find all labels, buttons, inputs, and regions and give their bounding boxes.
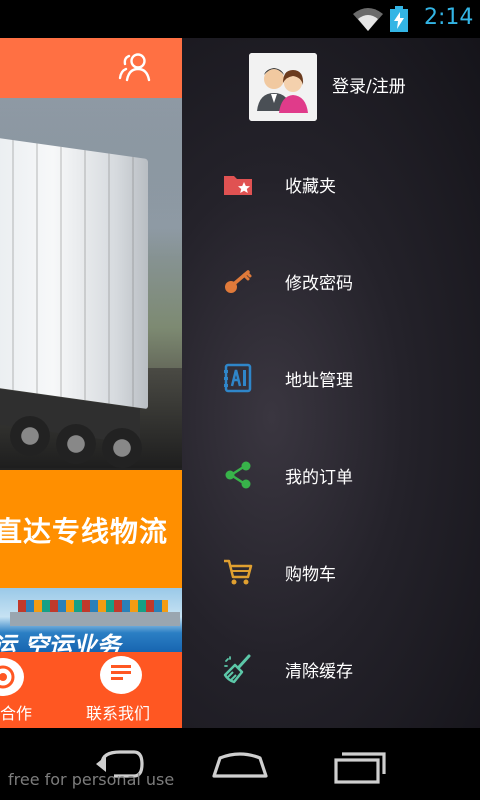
menu-item-label: 购物车 — [285, 565, 336, 585]
menu-item-favorites[interactable]: 收藏夹 — [182, 154, 480, 214]
status-bar: 2:14 — [0, 0, 480, 38]
menu-item-label: 修改密码 — [285, 274, 353, 294]
tab-contact-us-label: 联系我们 — [86, 704, 151, 723]
menu-item-shopping-cart[interactable]: 购物车 — [182, 542, 480, 602]
ship-hull — [10, 612, 180, 626]
menu-item-address-management[interactable]: 地址管理 — [182, 348, 480, 408]
truck-wheel — [102, 428, 142, 468]
menu-item-label: 我的订单 — [285, 468, 353, 488]
tab-cooperation-label: 合作 — [0, 704, 33, 723]
chat-icon — [100, 656, 142, 694]
navigation-drawer: 登录/注册 收藏夹 修改密码 地址管理 我的订单 购物车 清除缓存 — [182, 38, 480, 728]
login-register-link[interactable]: 登录/注册 — [332, 72, 406, 97]
menu-item-change-password[interactable]: 修改密码 — [182, 251, 480, 311]
menu-item-label: 地址管理 — [285, 371, 353, 391]
truck-ribs — [0, 136, 148, 410]
user-group-icon[interactable] — [118, 52, 152, 82]
favorites-folder-icon — [224, 176, 252, 195]
truck-wheel — [56, 424, 96, 464]
promo-text: 直达专线物流 — [0, 515, 169, 548]
menu-item-label: 收藏夹 — [285, 177, 336, 197]
clock: 2:14 — [424, 5, 474, 30]
shipping-banner[interactable]: 运 空运业务 — [0, 588, 182, 652]
handshake-icon — [0, 658, 24, 696]
system-nav-bar: free for personal use — [0, 728, 480, 800]
main-content: 直达专线物流 运 空运业务 合作 联系我们 — [0, 38, 182, 728]
shipping-text: 运 空运业务 — [0, 632, 121, 652]
screen: 2:14 直达专线物流 运 空运业务 合作 联系我们 登录/注册 收藏夹 修改密… — [0, 0, 480, 800]
broom-icon — [223, 654, 251, 684]
truck-wheel — [10, 416, 50, 456]
watermark-text: free for personal use — [8, 770, 175, 789]
home-icon[interactable] — [208, 742, 272, 786]
truck-banner[interactable] — [0, 98, 182, 468]
users-avatar-icon[interactable] — [249, 53, 317, 121]
promo-banner[interactable]: 直达专线物流 — [0, 470, 182, 588]
battery-charging-icon — [390, 6, 408, 32]
menu-item-label: 清除缓存 — [285, 662, 353, 682]
menu-item-clear-cache[interactable]: 清除缓存 — [182, 639, 480, 699]
avatar-illustration — [249, 53, 317, 121]
menu-item-my-orders[interactable]: 我的订单 — [182, 445, 480, 505]
main-header — [0, 38, 182, 98]
wifi-icon — [353, 8, 383, 31]
share-icon — [225, 461, 251, 489]
cart-icon — [224, 559, 253, 585]
recent-apps-icon[interactable] — [328, 742, 392, 786]
key-icon — [225, 270, 252, 293]
address-book-icon — [224, 363, 252, 393]
bottom-tab-bar: 合作 联系我们 — [0, 652, 182, 728]
